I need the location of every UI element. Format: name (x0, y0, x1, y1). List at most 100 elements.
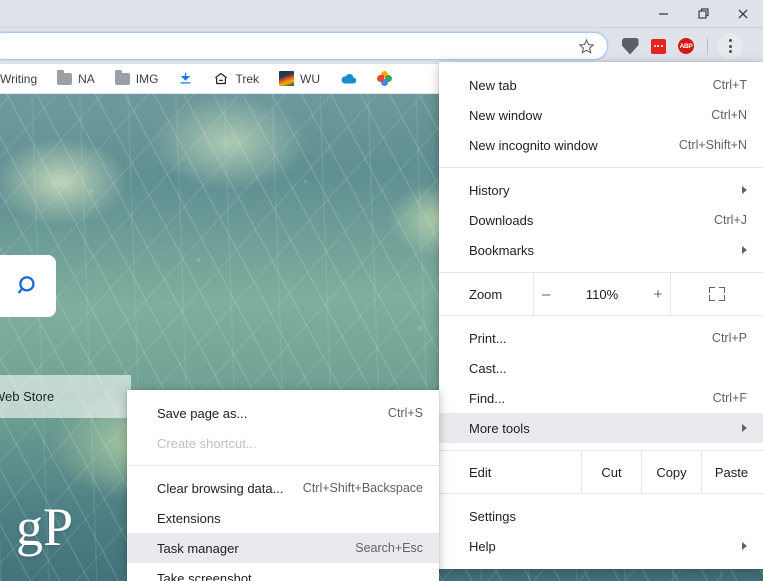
chrome-menu-button[interactable] (717, 33, 743, 59)
menu-item-accelerator: Ctrl+T (712, 78, 747, 92)
menu-item-label: New tab (469, 77, 517, 93)
bookmark-wu[interactable]: WU (269, 67, 330, 91)
menu-item-clear-browsing-data[interactable]: Clear browsing data... Ctrl+Shift+Backsp… (127, 473, 439, 503)
menu-item-more-tools[interactable]: More tools (439, 413, 763, 443)
toolbar-divider (707, 38, 708, 54)
menu-item-label: Bookmarks (469, 242, 535, 258)
menu-item-help[interactable]: Help (439, 531, 763, 561)
menu-item-new-tab[interactable]: New tab Ctrl+T (439, 70, 763, 100)
red-extension-icon[interactable] (646, 34, 670, 58)
menu-item-take-screenshot[interactable]: Take screenshot (127, 563, 439, 581)
bookmark-label: Trek (235, 71, 260, 86)
browser-window: ABP Writing NA IMG Trek WU eb Store gP N… (0, 0, 763, 581)
bookmark-label: IMG (135, 71, 159, 86)
copy-button[interactable]: Copy (641, 451, 701, 493)
fullscreen-button[interactable] (670, 273, 763, 315)
address-input[interactable] (0, 39, 578, 53)
close-button[interactable] (723, 0, 763, 28)
zoom-out-button[interactable]: – (539, 286, 553, 303)
minimize-button[interactable] (643, 0, 683, 28)
edit-label: Edit (469, 464, 492, 480)
onedrive-cloud-icon (340, 72, 357, 85)
bookmark-writing[interactable]: Writing (0, 67, 47, 91)
menu-item-cast[interactable]: Cast... (439, 353, 763, 383)
menu-item-task-manager[interactable]: Task manager Search+Esc (127, 533, 439, 563)
menu-item-label: More tools (469, 420, 530, 436)
menu-item-accelerator: Ctrl+P (711, 331, 747, 345)
menu-item-accelerator: Ctrl+S (387, 406, 423, 420)
menu-item-label: Clear browsing data... (157, 480, 284, 496)
zoom-in-button[interactable]: + (651, 286, 665, 303)
menu-item-label: Take screenshot (157, 570, 252, 581)
bookmark-trek[interactable]: Trek (203, 67, 269, 91)
edit-row: Edit Cut Copy Paste (439, 450, 763, 494)
chevron-right-icon (742, 424, 747, 432)
menu-separator (127, 465, 439, 466)
chevron-right-icon (742, 542, 747, 550)
menu-item-label: Create shortcut... (157, 435, 257, 451)
menu-item-print[interactable]: Print... Ctrl+P (439, 323, 763, 353)
menu-item-save-page-as[interactable]: Save page as... Ctrl+S (127, 398, 439, 428)
chevron-right-icon (742, 186, 747, 194)
menu-item-create-shortcut: Create shortcut... (127, 428, 439, 458)
menu-item-new-window[interactable]: New window Ctrl+N (439, 100, 763, 130)
menu-item-label: Find... (469, 390, 506, 406)
menu-item-accelerator: Ctrl+Shift+N (678, 138, 747, 152)
menu-item-label: Settings (469, 508, 516, 524)
menu-item-downloads[interactable]: Downloads Ctrl+J (439, 205, 763, 235)
zoom-row: Zoom – 110% + (439, 272, 763, 316)
bookmark-folder-img[interactable]: IMG (105, 67, 169, 91)
bookmark-label: NA (78, 71, 95, 86)
adblock-plus-icon[interactable]: ABP (674, 34, 698, 58)
menu-item-label: History (469, 182, 510, 198)
menu-item-label: New incognito window (469, 137, 598, 153)
pocket-extension-icon[interactable] (618, 34, 642, 58)
menu-item-find[interactable]: Find... Ctrl+F (439, 383, 763, 413)
menu-item-accelerator: Ctrl+J (714, 213, 747, 227)
menu-item-accelerator: Ctrl+F (712, 391, 747, 405)
menu-item-label: Cast... (469, 360, 507, 376)
menu-item-accelerator: Ctrl+N (711, 108, 747, 122)
extension-icons: ABP (618, 28, 743, 64)
menu-item-label: Extensions (157, 510, 221, 526)
menu-item-label: Task manager (157, 540, 239, 556)
bookmark-google-photos[interactable] (367, 67, 402, 91)
watermark: gP (16, 497, 74, 557)
zoom-level-value: 110% (585, 286, 619, 302)
paste-button[interactable]: Paste (701, 451, 761, 493)
title-bar (0, 0, 763, 28)
google-photos-icon (377, 71, 393, 86)
browser-toolbar: ABP (0, 28, 763, 64)
restore-button[interactable] (683, 0, 723, 28)
folder-icon (57, 69, 73, 85)
bookmark-label: WU (300, 71, 321, 86)
weather-thumbnail-icon (279, 71, 295, 86)
menu-item-new-incognito-window[interactable]: New incognito window Ctrl+Shift+N (439, 130, 763, 160)
fullscreen-icon (709, 287, 725, 301)
menu-item-bookmarks[interactable]: Bookmarks (439, 235, 763, 265)
bookmark-onedrive[interactable] (330, 67, 367, 91)
menu-item-label: Downloads (469, 212, 534, 228)
menu-item-settings[interactable]: Settings (439, 501, 763, 531)
search-icon (17, 276, 35, 294)
address-bar[interactable] (0, 32, 608, 60)
bookmark-folder-na[interactable]: NA (47, 67, 105, 91)
menu-item-history[interactable]: History (439, 175, 763, 205)
download-icon (178, 71, 193, 86)
menu-item-label: New window (469, 107, 542, 123)
more-tools-submenu: Save page as... Ctrl+S Create shortcut..… (127, 390, 439, 581)
cut-button[interactable]: Cut (581, 451, 641, 493)
web-store-shelf-item[interactable]: Web Store (0, 375, 131, 418)
web-store-label: Web Store (0, 389, 55, 404)
chevron-right-icon (742, 246, 747, 254)
launcher-search-button[interactable] (0, 255, 56, 317)
bookmark-download[interactable] (168, 67, 203, 91)
menu-item-accelerator: Search+Esc (355, 541, 423, 555)
folder-icon (114, 69, 130, 85)
menu-separator (439, 167, 763, 168)
menu-item-extensions[interactable]: Extensions (127, 503, 439, 533)
star-icon[interactable] (578, 38, 595, 55)
house-icon (213, 71, 229, 86)
chrome-main-menu: New tab Ctrl+T New window Ctrl+N New inc… (439, 62, 763, 569)
bookmark-label: Writing (0, 71, 38, 86)
